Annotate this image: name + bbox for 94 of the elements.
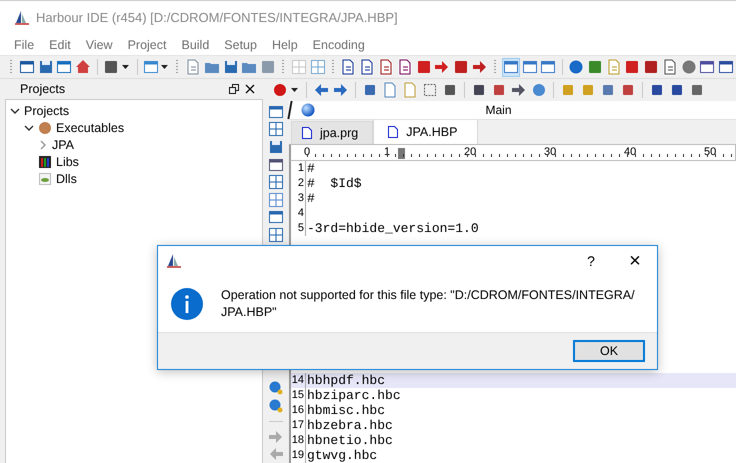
line-number: 1 [291,161,306,176]
menu-item[interactable]: Project [128,38,166,52]
redo-icon [332,82,348,98]
menu-item[interactable]: File [14,38,34,52]
tab-label: jpa.prg [320,126,358,140]
line-number: 5 [291,221,306,236]
code-line: gtwvg.hbc [307,448,378,463]
menu-item[interactable]: Setup [224,38,257,52]
window-icon [522,59,538,75]
code-line: # [307,191,315,206]
file-tab[interactable]: jpa.prg [291,121,374,144]
code-line: # $Id$ [307,176,362,191]
arrow-left-icon [268,446,284,462]
table-icon [290,59,307,75]
save-icon [268,138,284,155]
grid-icon [268,174,284,190]
code-line: # [307,161,315,176]
code-line: -3rd=hbide_version=1.0 [307,221,479,236]
info-icon [171,288,203,320]
file-icon [302,127,312,139]
undo-icon [312,82,328,98]
window-icon [18,59,35,75]
help-button[interactable]: ? [569,246,613,276]
line-number: 19 [291,448,306,463]
record-icon [272,82,288,98]
tree-item[interactable]: Dlls [56,172,77,186]
cursor-marker [398,148,405,159]
save-icon [38,59,54,75]
file-icon [388,126,398,138]
selection-icon [422,82,438,98]
books-icon [38,154,52,168]
code-line: hbhpdf.hbc [307,373,386,388]
file-tab[interactable]: JPA.HBP [373,119,478,144]
ok-button[interactable]: OK [573,340,645,362]
ruler-number: 30 [544,146,558,158]
ruler-number: 0 [304,146,312,158]
window-icon [268,104,284,120]
close-button[interactable]: × [613,246,657,276]
arrow-icon [434,59,450,75]
editor-title: Main [484,103,512,117]
line-number: 4 [291,206,306,221]
arrow-icon [472,59,488,75]
line-number: 2 [291,176,306,191]
toolbar-button[interactable] [266,120,286,138]
ruler-number: 20 [464,146,478,158]
caret-icon[interactable] [122,65,129,69]
line-number: 3 [291,191,306,206]
toolbar-button[interactable] [266,103,286,121]
code-line: hbziparc.hbc [307,388,401,403]
window-icon [502,59,519,75]
toolbar-button[interactable] [266,173,286,191]
arrow-right-icon [268,428,284,445]
home-icon [75,59,92,75]
menu-item[interactable]: Encoding [312,38,365,52]
line-number: 16 [291,403,306,418]
line-number: 17 [291,418,306,433]
sailboat-icon [14,10,30,26]
line-number: 15 [291,388,306,403]
window-title: Harbour IDE (r454) [D:/CDROM/FONTES/INTEGRA/JPA.HBP] [36,10,398,25]
menu-item[interactable]: Build [181,38,210,52]
sphere-icon [301,103,315,117]
menu-item[interactable]: View [86,38,113,52]
tree-item[interactable]: Libs [56,154,79,168]
save-icon [222,59,239,75]
close-icon[interactable] [245,84,255,94]
code-line: hbzebra.hbc [307,418,393,433]
table-icon [310,59,326,75]
grid-icon [268,192,284,208]
tree-item[interactable]: JPA [52,138,74,152]
window-icon [540,59,556,75]
undock-icon[interactable] [229,84,239,94]
caret-icon[interactable] [291,88,298,92]
copy-icon [382,82,398,98]
sailboat-icon [166,253,182,269]
message-text: Operation not supported for this file type: "D:/CDROM/FONTES/INTEGRA/ JPA.HBP" [221,287,635,321]
code-line: hbmisc.hbc [307,403,386,418]
menu-item[interactable]: Edit [49,38,71,52]
code-line: hbnetio.hbc [307,433,393,448]
toolbar-button[interactable] [567,58,585,76]
line-number: 14 [291,373,306,388]
caret-icon[interactable] [161,65,168,69]
panel-title: Projects [20,82,66,96]
ruler-number: 50 [704,146,718,158]
paste-icon [402,82,418,98]
ruler-number: 40 [624,146,638,158]
file-icon [378,59,394,75]
toolbar-button[interactable] [266,226,286,244]
toolbar-button[interactable] [502,58,520,76]
menu-item[interactable]: Help [272,38,298,52]
tab-label: JPA.HBP [406,125,458,139]
new-file-icon [185,59,202,75]
tree-item[interactable]: Projects [24,104,70,118]
line-number: 18 [291,433,306,448]
tree-item[interactable]: Executables [56,120,124,134]
